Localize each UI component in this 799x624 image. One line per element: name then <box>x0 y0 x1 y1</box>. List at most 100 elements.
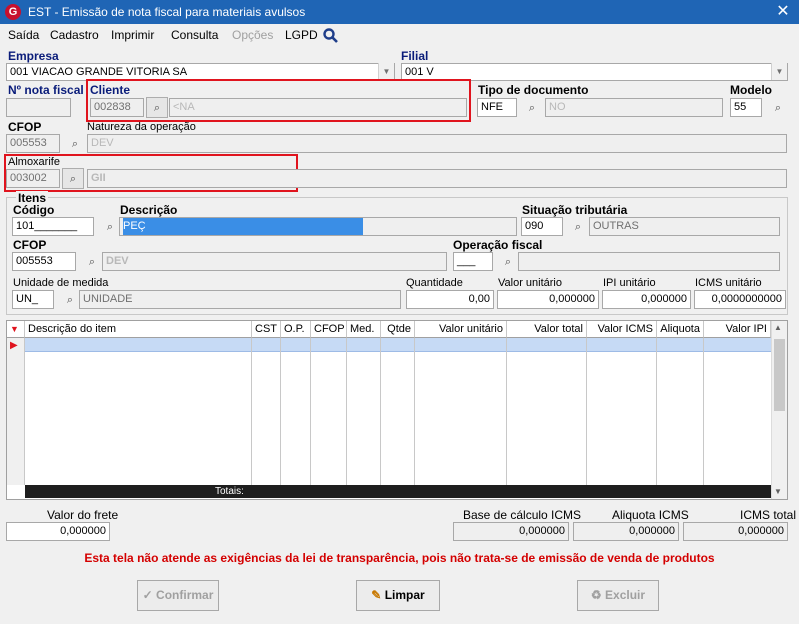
current-row-arrow-icon: ▶ <box>10 340 18 351</box>
binoculars-icon[interactable]: ⌕ <box>770 101 786 115</box>
menu-imprimir[interactable]: Imprimir <box>111 28 154 42</box>
title-bar: G EST - Emissão de nota fiscal para mate… <box>0 0 799 24</box>
col-header-qtde[interactable]: Qtde <box>381 321 415 338</box>
situacao-tributaria-label: Situação tributária <box>522 203 628 217</box>
quantidade-field[interactable]: 0,00 <box>406 290 494 309</box>
itens-cfop-field[interactable]: 005553 <box>12 252 76 271</box>
cliente-name-field: <NA <box>169 98 467 117</box>
col-header-valor-total[interactable]: Valor total <box>507 321 587 338</box>
binoculars-icon: ⌕ <box>69 173 77 185</box>
unidade-label: Unidade de medida <box>13 277 109 289</box>
binoculars-icon[interactable]: ⌕ <box>84 255 100 269</box>
menu-cadastro[interactable]: Cadastro <box>50 28 99 42</box>
totals-row: Totais: <box>25 485 771 498</box>
modelo-field[interactable]: 55 <box>730 98 762 117</box>
aliquota-icms-label: Aliquota ICMS <box>612 508 689 522</box>
menu-saida[interactable]: Saída <box>8 28 39 42</box>
codigo-label: Código <box>13 203 55 217</box>
icms-unitario-field[interactable]: 0,0000000000 <box>694 290 786 309</box>
eraser-icon: ✎ <box>371 588 382 602</box>
col-header-med[interactable]: Med. <box>347 321 381 338</box>
valor-unitario-field[interactable]: 0,000000 <box>497 290 599 309</box>
scroll-down-icon[interactable]: ▼ <box>774 487 782 496</box>
filial-label: Filial <box>401 49 429 63</box>
col-header-cfop[interactable]: CFOP <box>311 321 347 338</box>
col-header-aliquota[interactable]: Aliquota <box>657 321 704 338</box>
codigo-field[interactable]: 101_______ <box>12 217 94 236</box>
base-icms-label: Base de cálculo ICMS <box>463 508 582 522</box>
frete-field[interactable]: 0,000000 <box>6 522 110 541</box>
situacao-tributaria-code[interactable]: 090 <box>521 217 563 236</box>
cfop-label: CFOP <box>8 120 42 134</box>
transparency-warning: Esta tela não atende as exigências da le… <box>84 551 715 565</box>
confirmar-button: ✓ Confirmar <box>137 580 219 611</box>
binoculars-icon[interactable]: ⌕ <box>500 255 516 269</box>
excluir-button: ♻ Excluir <box>577 580 659 611</box>
col-header-cst[interactable]: CST <box>252 321 281 338</box>
grid-corner[interactable]: ▼ <box>7 321 25 338</box>
ipi-unitario-field[interactable]: 0,000000 <box>602 290 691 309</box>
vertical-scrollbar[interactable]: ▲ ▼ <box>771 321 787 499</box>
binoculars-icon[interactable]: ⌕ <box>102 220 118 234</box>
col-header-valor-icms[interactable]: Valor ICMS <box>587 321 657 338</box>
col-header-valor-ipi[interactable]: Valor IPI <box>704 321 771 338</box>
almoxarife-name: GII <box>87 169 787 188</box>
chevron-down-icon[interactable]: ▼ <box>378 63 394 80</box>
scroll-up-icon[interactable]: ▲ <box>774 323 782 332</box>
situacao-tributaria-name: OUTRAS <box>589 217 780 236</box>
icms-total-label: ICMS total <box>740 508 797 522</box>
nota-fiscal-label: Nº nota fiscal <box>8 83 84 97</box>
check-icon: ✓ <box>142 588 153 602</box>
nota-fiscal-field <box>6 98 71 117</box>
search-icon[interactable] <box>323 28 338 43</box>
empresa-label: Empresa <box>8 49 59 63</box>
binoculars-icon[interactable]: ⌕ <box>67 137 83 151</box>
totals-label: Totais: <box>215 486 244 497</box>
scrollbar-thumb[interactable] <box>774 339 785 411</box>
natureza-label: Natureza da operação <box>87 121 196 133</box>
cfop-field[interactable]: 005553 <box>6 134 60 153</box>
operacao-fiscal-field[interactable]: ___ <box>453 252 493 271</box>
unidade-code[interactable]: UN_ <box>12 290 54 309</box>
descricao-selected-text: PEÇ <box>123 218 363 235</box>
itens-cfop-label: CFOP <box>13 238 47 252</box>
almoxarife-label: Almoxarife <box>8 156 60 168</box>
almoxarife-code[interactable]: 003002 <box>6 169 60 188</box>
menu-opcoes: Opções <box>232 28 274 42</box>
row-indicator-column <box>7 338 25 485</box>
items-table[interactable]: ▼ Descrição do item CST O.P. CFOP Med. Q… <box>6 320 788 500</box>
trash-icon: ♻ <box>590 588 602 602</box>
operacao-fiscal-name <box>518 252 780 271</box>
window-title: EST - Emissão de nota fiscal para materi… <box>28 5 306 19</box>
cliente-code-field[interactable]: 002838 <box>90 98 144 117</box>
col-header-op[interactable]: O.P. <box>281 321 311 338</box>
app-logo-icon: G <box>5 4 21 20</box>
frete-label: Valor do frete <box>47 508 119 522</box>
binoculars-icon[interactable]: ⌕ <box>524 101 540 115</box>
close-icon[interactable]: ✕ <box>772 1 794 23</box>
descricao-label: Descrição <box>120 203 178 217</box>
tipo-documento-name: NO <box>545 98 723 117</box>
col-header-descricao[interactable]: Descrição do item <box>25 321 252 338</box>
tipo-documento-label: Tipo de documento <box>478 83 589 97</box>
cliente-label: Cliente <box>90 83 131 97</box>
binoculars-icon: ⌕ <box>153 102 161 114</box>
menu-consulta[interactable]: Consulta <box>171 28 218 42</box>
chevron-down-icon[interactable]: ▼ <box>771 63 787 80</box>
aliquota-icms-field: 0,000000 <box>573 522 679 541</box>
natureza-field: DEV <box>87 134 787 153</box>
almoxarife-search-button[interactable]: ⌕ <box>62 168 84 189</box>
ipi-unitario-label: IPI unitário <box>603 277 656 289</box>
binoculars-icon[interactable]: ⌕ <box>570 220 586 234</box>
col-header-valor-unitario[interactable]: Valor unitário <box>415 321 507 338</box>
operacao-fiscal-label: Operação fiscal <box>453 238 543 252</box>
limpar-button[interactable]: ✎ Limpar <box>356 580 440 611</box>
icms-total-field: 0,000000 <box>683 522 788 541</box>
base-icms-field: 0,000000 <box>453 522 569 541</box>
cliente-search-button[interactable]: ⌕ <box>146 97 168 118</box>
menu-lgpd[interactable]: LGPD <box>285 28 318 42</box>
tipo-documento-code[interactable]: NFE <box>477 98 517 117</box>
binoculars-icon[interactable]: ⌕ <box>62 293 78 307</box>
descricao-field[interactable]: PEÇ <box>119 217 517 236</box>
valor-unitario-label: Valor unitário <box>498 277 562 289</box>
